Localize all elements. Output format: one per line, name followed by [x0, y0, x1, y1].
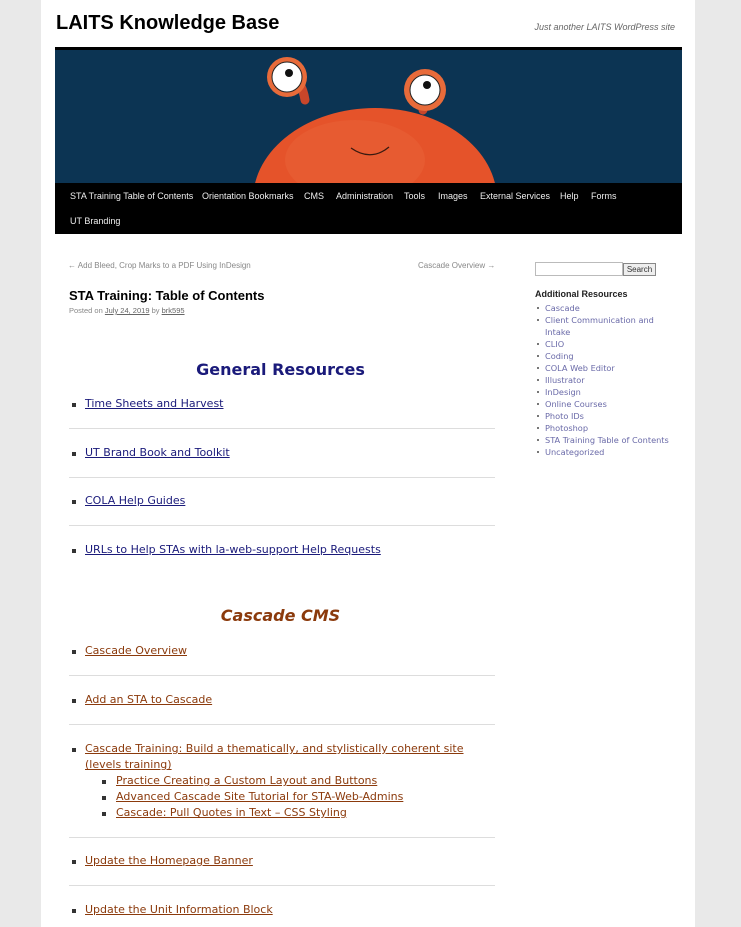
divider: [69, 477, 495, 478]
bullet: [72, 909, 76, 913]
sub-list-item: Cascade: Pull Quotes in Text – CSS Styli…: [101, 805, 501, 821]
post-date-link[interactable]: July 24, 2019: [105, 306, 150, 315]
divider: [69, 675, 495, 676]
list-item: Cascade Training: Build a thematically, …: [69, 741, 495, 773]
bullet: [72, 452, 76, 456]
crab-illustration: [55, 50, 682, 183]
bullet: [72, 650, 76, 654]
meta-posted-on: Posted on: [69, 306, 103, 315]
header-banner-image: [55, 50, 682, 183]
bullet: [72, 699, 76, 703]
list-item: Time Sheets and Harvest: [69, 396, 495, 412]
add-sta-link[interactable]: Add an STA to Cascade: [85, 692, 495, 708]
nav-item-cms[interactable]: CMS: [304, 191, 324, 201]
category-item[interactable]: Illustrator: [535, 374, 675, 386]
category-item[interactable]: Uncategorized: [535, 446, 675, 458]
bullet: [72, 403, 76, 407]
cascade-training-link[interactable]: Cascade Training: Build a thematically, …: [85, 741, 495, 773]
category-item[interactable]: Cascade: [535, 302, 675, 314]
category-item[interactable]: STA Training Table of Contents: [535, 434, 675, 446]
advanced-tutorial-link[interactable]: Advanced Cascade Site Tutorial for STA-W…: [101, 789, 501, 805]
bullet: [72, 549, 76, 553]
main-navigation: STA Training Table of Contents Orientati…: [55, 183, 682, 234]
next-post-link[interactable]: Cascade Overview →: [418, 261, 495, 270]
category-item[interactable]: COLA Web Editor: [535, 362, 675, 374]
cascade-cms-heading: Cascade CMS: [220, 606, 341, 625]
author-link[interactable]: brk595: [162, 306, 185, 315]
list-item: COLA Help Guides: [69, 493, 495, 509]
divider: [69, 525, 495, 526]
unit-info-block-link[interactable]: Update the Unit Information Block: [85, 902, 495, 918]
divider: [69, 724, 495, 725]
list-item: UT Brand Book and Toolkit: [69, 445, 495, 461]
list-item: URLs to Help STAs with la-web-support He…: [69, 542, 495, 558]
category-item[interactable]: Photo IDs: [535, 410, 675, 422]
pull-quotes-link[interactable]: Cascade: Pull Quotes in Text – CSS Styli…: [101, 805, 501, 821]
category-item[interactable]: Photoshop: [535, 422, 675, 434]
widget-title: Additional Resources: [535, 289, 628, 299]
homepage-banner-link[interactable]: Update the Homepage Banner: [85, 853, 495, 869]
entry-title: STA Training: Table of Contents: [69, 288, 265, 303]
bullet: [102, 780, 106, 784]
meta-by: by: [151, 306, 160, 315]
list-item: Add an STA to Cascade: [69, 692, 495, 708]
site-description: Just another LAITS WordPress site: [534, 22, 675, 32]
nav-item-external-services[interactable]: External Services: [480, 191, 550, 201]
divider: [69, 428, 495, 429]
category-item[interactable]: CLIO: [535, 338, 675, 350]
previous-post-link[interactable]: ← Add Bleed, Crop Marks to a PDF Using I…: [68, 261, 251, 270]
search-input[interactable]: [535, 262, 623, 276]
nav-item-orientation-bookmarks[interactable]: Orientation Bookmarks: [202, 191, 294, 201]
category-item[interactable]: Online Courses: [535, 398, 675, 410]
bullet: [72, 500, 76, 504]
search-button[interactable]: Search: [623, 263, 656, 276]
category-item[interactable]: Coding: [535, 350, 675, 362]
main-content: ← Add Bleed, Crop Marks to a PDF Using I…: [55, 234, 495, 927]
help-urls-link[interactable]: URLs to Help STAs with la-web-support He…: [85, 542, 495, 558]
brand-book-link[interactable]: UT Brand Book and Toolkit: [85, 445, 495, 461]
nav-item-administration[interactable]: Administration: [336, 191, 393, 201]
nav-item-forms[interactable]: Forms: [591, 191, 617, 201]
bullet: [102, 812, 106, 816]
divider: [69, 885, 495, 886]
bullet: [72, 748, 76, 752]
page-wrapper: LAITS Knowledge Base Just another LAITS …: [41, 0, 695, 927]
bullet: [72, 860, 76, 864]
nav-item-sta-training[interactable]: STA Training Table of Contents: [70, 191, 193, 201]
nav-item-tools[interactable]: Tools: [404, 191, 425, 201]
category-item[interactable]: InDesign: [535, 386, 675, 398]
category-list: Cascade Client Communication and Intake …: [535, 302, 675, 458]
custom-layout-link[interactable]: Practice Creating a Custom Layout and Bu…: [101, 773, 501, 789]
sub-list-item: Practice Creating a Custom Layout and Bu…: [101, 773, 501, 789]
category-item[interactable]: Client Communication and Intake: [535, 314, 675, 338]
list-item: Cascade Overview: [69, 643, 495, 659]
bullet: [102, 796, 106, 800]
nav-item-ut-branding[interactable]: UT Branding: [70, 216, 120, 226]
site-title[interactable]: LAITS Knowledge Base: [56, 12, 279, 35]
nav-item-help[interactable]: Help: [560, 191, 579, 201]
cola-help-guides-link[interactable]: COLA Help Guides: [85, 493, 495, 509]
nav-item-images[interactable]: Images: [438, 191, 468, 201]
list-item: Update the Homepage Banner: [69, 853, 495, 869]
time-sheets-link[interactable]: Time Sheets and Harvest: [85, 396, 495, 412]
sub-list-item: Advanced Cascade Site Tutorial for STA-W…: [101, 789, 501, 805]
divider: [69, 837, 495, 838]
list-item: Update the Unit Information Block: [69, 902, 495, 918]
entry-meta: Posted on July 24, 2019 by brk595: [69, 306, 185, 315]
cascade-overview-link[interactable]: Cascade Overview: [85, 643, 495, 659]
general-resources-heading: General Resources: [196, 360, 365, 379]
